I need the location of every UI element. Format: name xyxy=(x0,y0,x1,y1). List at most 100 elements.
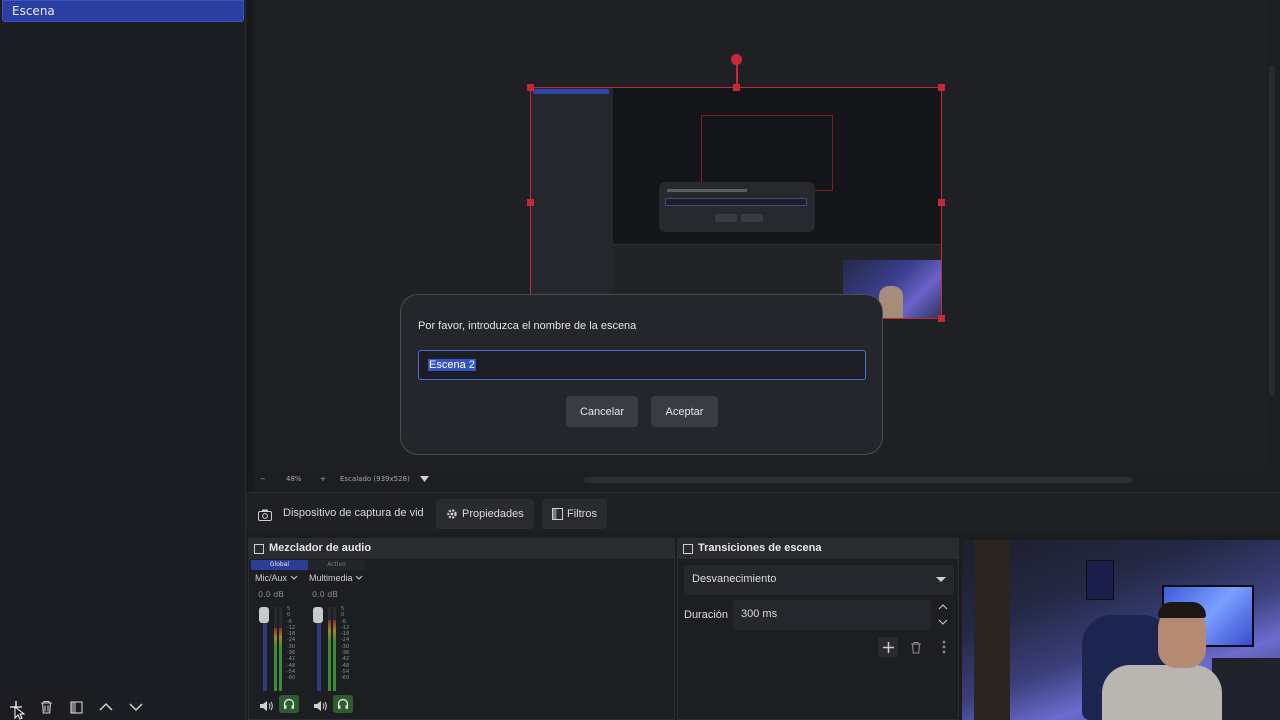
move-scene-down-button[interactable] xyxy=(126,697,146,717)
remove-scene-button[interactable] xyxy=(36,697,56,717)
scene-name-dialog: Por favor, introduzca el nombre de la es… xyxy=(400,294,883,455)
transition-tools xyxy=(878,637,954,657)
headphones-icon[interactable] xyxy=(279,695,299,713)
transition-properties-button[interactable] xyxy=(934,637,954,657)
zoom-level: 48% xyxy=(286,475,302,483)
channel-volume-db: 0.0 dB xyxy=(258,590,284,599)
resize-handle-top-right[interactable] xyxy=(938,84,945,91)
trash-icon xyxy=(40,700,52,714)
selected-text: Escena 2 xyxy=(428,359,476,371)
preview-horizontal-scrollbar[interactable] xyxy=(584,477,1132,483)
filter-icon xyxy=(552,508,563,520)
remove-transition-button[interactable] xyxy=(906,637,926,657)
level-meter xyxy=(274,607,277,691)
db-scale: 5 0 -6 -12 -18 -24 -30 -36 -42 -48 -54 -60 xyxy=(287,606,295,682)
filter-icon xyxy=(69,700,83,714)
transition-selected-value: Desvanecimiento xyxy=(692,573,777,585)
scale-mode-label[interactable]: Escalado (939x528) xyxy=(340,475,410,483)
cancel-button[interactable]: Cancelar xyxy=(566,396,638,427)
transitions-header[interactable]: Transiciones de escena xyxy=(678,539,958,559)
scrollbar-thumb[interactable] xyxy=(1269,66,1275,396)
chevron-down-icon xyxy=(290,575,297,580)
nested-preview-bounds xyxy=(701,115,833,191)
resize-handle-bottom-right[interactable] xyxy=(938,315,945,322)
level-meter xyxy=(279,607,282,691)
speaker-icon[interactable] xyxy=(313,697,327,716)
zoom-in-button[interactable]: + xyxy=(320,475,326,483)
move-scene-up-button[interactable] xyxy=(96,697,116,717)
mixer-channel-multimedia: Multimedia 0.0 dB 5 0 -6 -12 -18 -24 -30 -36 -42… xyxy=(305,573,363,719)
plus-icon xyxy=(882,641,894,653)
duration-decrement[interactable] xyxy=(936,616,950,628)
webcam-wall-frame xyxy=(1086,560,1114,600)
mixer-channel-mic: Mic/Aux 0.0 dB 5 0 -6 -12 -18 -24 -30 -36 -42 -48… xyxy=(251,573,306,719)
channel-name[interactable]: Mic/Aux xyxy=(255,573,298,583)
ok-button[interactable]: Aceptar xyxy=(651,396,718,427)
scene-item[interactable]: Escena xyxy=(2,0,244,22)
headphones-icon[interactable] xyxy=(333,695,353,713)
preview-vertical-scrollbar[interactable] xyxy=(1266,0,1280,490)
scene-name-input[interactable]: Escena 2 xyxy=(418,350,866,380)
chevron-down-icon xyxy=(129,703,143,712)
volume-fader-knob[interactable] xyxy=(259,607,269,623)
caret-down-icon xyxy=(420,476,429,482)
db-scale-tick: -60 xyxy=(341,675,350,682)
selected-source-name: Dispositivo de captura de vid xyxy=(283,507,424,519)
filters-button[interactable]: Filtros xyxy=(542,499,607,529)
db-scale-tick: -42 xyxy=(341,656,350,663)
channel-volume-db: 0.0 dB xyxy=(312,590,338,599)
nested-ok-button xyxy=(741,214,763,222)
kebab-icon xyxy=(942,640,946,654)
mouse-cursor-icon xyxy=(14,706,25,720)
resize-handle-top[interactable] xyxy=(733,84,740,91)
audio-mixer-dock: Mezclador de audio Global Activo Mic/Aux… xyxy=(248,538,675,720)
webcam-person-shirt xyxy=(1102,665,1222,720)
chevron-up-icon xyxy=(99,702,113,711)
db-scale-tick: -24 xyxy=(287,637,296,644)
tab-active[interactable]: Activo xyxy=(308,560,365,570)
nested-scenes-panel xyxy=(531,88,613,318)
scene-transitions-dock: Transiciones de escena Desvanecimiento D… xyxy=(677,538,959,720)
db-scale-tick: -42 xyxy=(287,656,296,663)
dock-float-icon[interactable] xyxy=(254,544,264,554)
properties-button[interactable]: Propiedades xyxy=(436,499,534,529)
duration-increment[interactable] xyxy=(936,601,950,613)
db-scale: 5 0 -6 -12 -18 -24 -30 -36 -42 -48 -54 -60 xyxy=(341,606,349,682)
duration-label: Duración xyxy=(684,609,729,621)
caret-down-icon xyxy=(936,577,946,582)
gear-icon xyxy=(447,509,457,519)
scene-canvas-source[interactable] xyxy=(530,87,942,319)
level-meter-fill xyxy=(279,628,282,691)
add-transition-button[interactable] xyxy=(878,637,898,657)
scale-mode-dropdown[interactable] xyxy=(420,476,429,484)
dock-splitter[interactable] xyxy=(246,0,254,492)
camera-icon xyxy=(258,506,272,525)
source-toolbar: Dispositivo de captura de vid Propiedade… xyxy=(246,492,1280,532)
tab-global[interactable]: Global xyxy=(251,560,308,570)
webcam-couch xyxy=(1212,658,1280,720)
nested-dialog-input xyxy=(665,198,807,206)
zoom-out-button[interactable]: − xyxy=(260,475,266,483)
rotation-handle[interactable] xyxy=(731,54,742,65)
webcam-door xyxy=(974,540,1010,720)
resize-handle-top-left[interactable] xyxy=(527,84,534,91)
mixer-header[interactable]: Mezclador de audio xyxy=(249,539,674,559)
resize-handle-right[interactable] xyxy=(938,199,945,206)
transition-select[interactable]: Desvanecimiento xyxy=(684,565,954,595)
channel-name[interactable]: Multimedia xyxy=(309,573,363,583)
nested-cancel-button xyxy=(715,214,737,222)
scene-filters-button[interactable] xyxy=(66,697,86,717)
db-scale-tick: -24 xyxy=(341,637,350,644)
level-meter-fill xyxy=(333,619,336,691)
properties-label: Propiedades xyxy=(462,508,524,520)
duration-input[interactable]: 300 ms xyxy=(733,600,931,630)
dock-float-icon[interactable] xyxy=(683,544,693,554)
chevron-up-icon xyxy=(938,604,948,610)
mixer-title: Mezclador de audio xyxy=(269,542,372,554)
speaker-icon[interactable] xyxy=(259,697,273,716)
chevron-down-icon xyxy=(938,619,948,625)
resize-handle-left[interactable] xyxy=(527,199,534,206)
dialog-prompt: Por favor, introduzca el nombre de la es… xyxy=(418,320,637,332)
webcam-feed xyxy=(962,540,1280,720)
volume-fader-knob[interactable] xyxy=(313,607,323,623)
